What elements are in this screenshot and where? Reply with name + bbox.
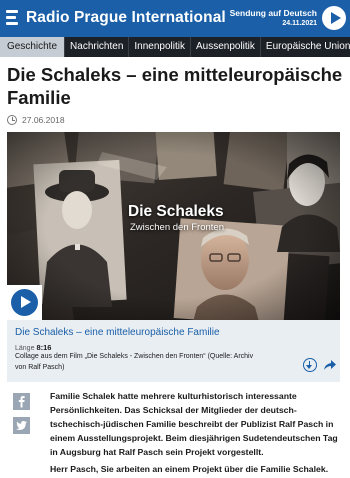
nav-item-aussenpolitik[interactable]: Aussenpolitik xyxy=(191,37,261,57)
article-media[interactable]: Die Schaleks Zwischen den Fronten xyxy=(7,132,340,320)
article-paragraph-1: Familie Schalek hatte mehrere kulturhist… xyxy=(50,391,338,457)
radio-prague-logo-icon xyxy=(6,8,20,28)
live-title: Sendung auf Deutsch xyxy=(229,8,317,18)
brand-name: Radio Prague International xyxy=(26,9,226,26)
audio-length: Länge 8:16 xyxy=(15,343,51,352)
play-icon xyxy=(11,289,38,316)
facebook-icon[interactable] xyxy=(13,393,30,410)
live-broadcast[interactable]: Sendung auf Deutsch 24.11.2021 xyxy=(230,6,346,30)
media-caption: Die Schaleks – eine mitteleuropäische Fa… xyxy=(7,320,340,382)
site-logo[interactable]: Radio Prague International xyxy=(6,8,226,28)
nav-item-innenpolitik[interactable]: Innenpolitik xyxy=(129,37,191,57)
article-title: Die Schaleks – eine mitteleuropäische Fa… xyxy=(7,64,343,108)
twitter-icon[interactable] xyxy=(13,417,30,434)
share-icon[interactable] xyxy=(323,358,337,372)
live-date: 24.11.2021 xyxy=(282,20,317,27)
site-header: Radio Prague International Sendung auf D… xyxy=(0,0,350,37)
article-paragraph-2: Herr Pasch, Sie arbeiten an einem Projek… xyxy=(50,464,329,474)
nav-item-geschichte[interactable]: Geschichte xyxy=(0,37,66,57)
film-subtitle-overlay: Zwischen den Fronten xyxy=(130,222,224,233)
live-play-button[interactable] xyxy=(322,6,346,30)
media-play-button[interactable] xyxy=(7,285,42,320)
length-label: Länge xyxy=(15,345,35,352)
length-value: 8:16 xyxy=(36,343,52,352)
audio-title-link[interactable]: Die Schaleks – eine mitteleuropäische Fa… xyxy=(15,327,220,338)
main-nav: Geschichte Nachrichten Innenpolitik Auss… xyxy=(0,37,350,57)
film-title-overlay: Die Schaleks xyxy=(128,203,224,220)
article-date: 27.06.2018 xyxy=(7,115,65,125)
download-icon[interactable] xyxy=(303,358,317,372)
date-text: 27.06.2018 xyxy=(22,115,65,125)
nav-item-nachrichten[interactable]: Nachrichten xyxy=(65,37,130,57)
nav-item-europaeische-union[interactable]: Europäische Union xyxy=(261,37,350,57)
clock-icon xyxy=(7,115,17,125)
caption-description: Collage aus dem Film „Die Schaleks - Zwi… xyxy=(15,353,254,371)
